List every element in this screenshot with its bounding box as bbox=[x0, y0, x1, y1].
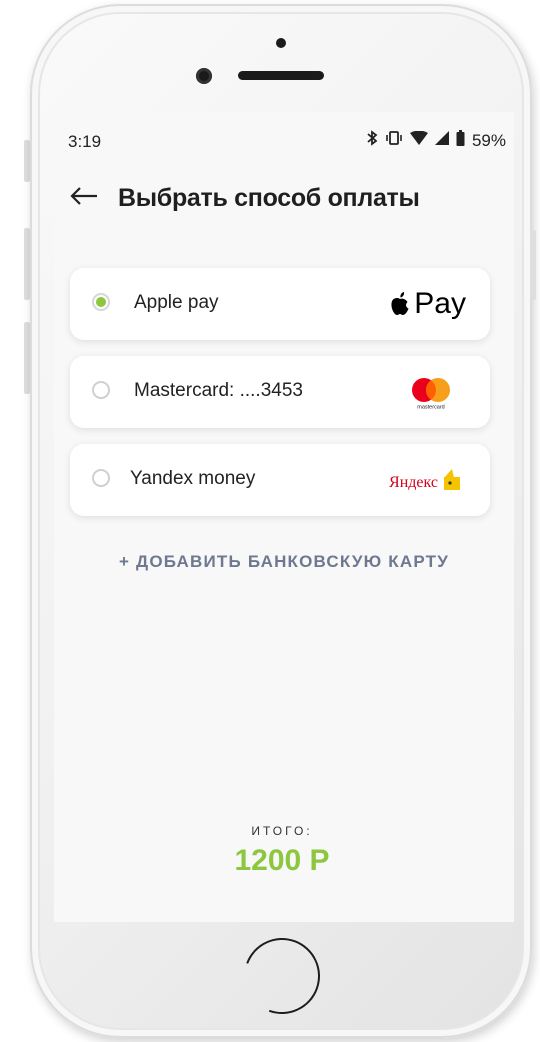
proximity-sensor bbox=[276, 38, 286, 48]
yandex-logo-text: Яндекс bbox=[389, 474, 438, 491]
yandex-money-logo: Яндекс bbox=[389, 468, 462, 492]
apple-pay-logo-text: Pay bbox=[414, 287, 466, 320]
page-title: Выбрать способ оплаты bbox=[118, 184, 420, 212]
signal-icon bbox=[434, 131, 449, 150]
payment-option-yandex-money[interactable]: Yandex money Яндекс bbox=[70, 444, 490, 516]
add-bank-card-link[interactable]: + ДОБАВИТЬ БАНКОВСКУЮ КАРТУ bbox=[54, 552, 514, 572]
wifi-icon bbox=[409, 130, 428, 150]
total-amount: 1200 Р bbox=[234, 844, 330, 877]
radio-selected-icon[interactable] bbox=[92, 293, 110, 311]
back-arrow-icon[interactable] bbox=[70, 182, 98, 212]
apple-icon bbox=[391, 292, 409, 315]
mastercard-logo: mastercard bbox=[412, 378, 450, 411]
earpiece-speaker bbox=[238, 71, 324, 80]
status-time: 3:19 bbox=[68, 132, 102, 151]
bluetooth-icon bbox=[366, 130, 378, 151]
front-camera bbox=[196, 68, 212, 84]
payment-option-label: Apple pay bbox=[134, 292, 219, 313]
page-header: Выбрать способ оплаты bbox=[54, 178, 514, 218]
payment-option-label: Mastercard: ....3453 bbox=[134, 380, 303, 401]
phone-screen: 3:19 59% Выбрать способ оплаты Apple pay… bbox=[54, 112, 514, 922]
total-label: ИТОГО: bbox=[251, 824, 313, 838]
radio-unselected-icon[interactable] bbox=[92, 469, 110, 487]
status-bar: 3:19 59% bbox=[54, 112, 514, 172]
mastercard-logo-text: mastercard bbox=[417, 405, 445, 411]
battery-icon bbox=[456, 130, 465, 151]
payment-option-apple-pay[interactable]: Apple pay Pay bbox=[70, 268, 490, 340]
radio-unselected-icon[interactable] bbox=[92, 381, 110, 399]
power-button bbox=[530, 230, 536, 300]
battery-percent: 59% bbox=[471, 130, 506, 150]
payment-option-label: Yandex money bbox=[130, 468, 256, 489]
vibrate-icon bbox=[385, 130, 403, 151]
wallet-icon bbox=[444, 469, 460, 490]
status-icons: 59% bbox=[366, 130, 506, 151]
apple-pay-logo: Pay bbox=[389, 286, 466, 322]
payment-option-mastercard[interactable]: Mastercard: ....3453 mastercard bbox=[70, 356, 490, 428]
